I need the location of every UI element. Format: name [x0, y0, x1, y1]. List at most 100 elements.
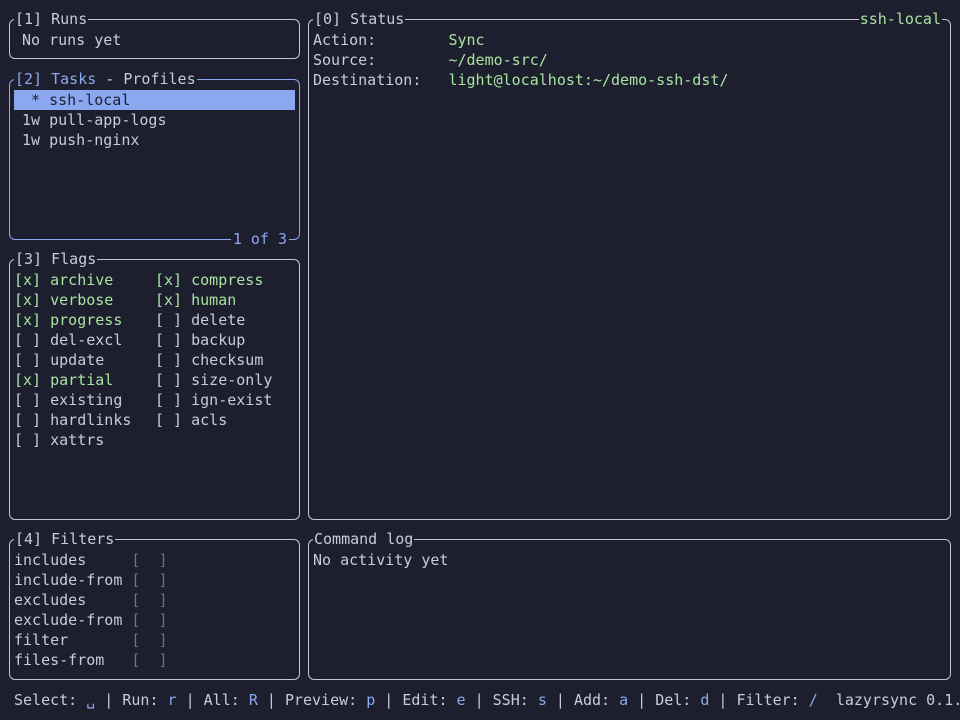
flag-toggle-human[interactable]: [x] human [155, 290, 236, 310]
flag-checkbox[interactable]: [x] [155, 271, 191, 289]
filter-item-exclude-from[interactable]: exclude-from [ ] [14, 610, 168, 630]
flag-label: update [50, 351, 105, 369]
task-item[interactable]: * ssh-local [14, 90, 295, 110]
flag-label: size-only [191, 371, 273, 389]
filter-label: exclude-from [14, 611, 132, 629]
flag-toggle-compress[interactable]: [x] compress [155, 270, 263, 290]
flag-label: checksum [191, 351, 264, 369]
status-profile-name: ssh-local [858, 9, 942, 29]
keybinding-select[interactable]: Select: ␣ [14, 691, 95, 709]
status-title: [0] Status [313, 9, 406, 29]
flag-toggle-hardlinks[interactable]: [ ] hardlinks [14, 410, 131, 430]
flag-checkbox[interactable]: [x] [155, 291, 191, 309]
keybinding-label: Preview: [284, 691, 367, 709]
keybinding-run[interactable]: Run: r [122, 691, 176, 709]
app-version: lazyrsync 0.1.0 [817, 691, 960, 709]
keybinding-filter[interactable]: Filter: / [737, 691, 818, 709]
keybinding-key: r [167, 691, 177, 709]
flag-label: existing [50, 391, 123, 409]
keybinding-ssh[interactable]: SSH: s [493, 691, 547, 709]
flag-checkbox[interactable]: [x] [14, 291, 50, 309]
flag-checkbox[interactable]: [x] [14, 271, 50, 289]
flag-toggle-progress[interactable]: [x] progress [14, 310, 122, 330]
filter-value[interactable]: [ ] [131, 611, 167, 629]
tasks-panel[interactable]: [2] Tasks - Profiles * ssh-local 1w pull-… [9, 69, 300, 249]
status-value: light@localhost:~/demo-ssh-dst/ [448, 71, 729, 89]
status-label: Action: [313, 31, 449, 49]
separator: | [709, 691, 737, 709]
status-label: Source: [313, 51, 449, 69]
filter-item-excludes[interactable]: excludes [ ] [14, 590, 168, 610]
keybinding-all[interactable]: All: R [204, 691, 258, 709]
filter-value[interactable]: [ ] [131, 551, 167, 569]
flag-checkbox[interactable]: [ ] [155, 311, 191, 329]
status-label: Destination: [313, 71, 449, 89]
flag-toggle-del-excl[interactable]: [ ] del-excl [14, 330, 122, 350]
filter-value[interactable]: [ ] [131, 591, 167, 609]
keybinding-key: / [808, 691, 818, 709]
flag-toggle-acls[interactable]: [ ] acls [155, 410, 227, 430]
task-item[interactable]: 1w pull-app-logs [14, 110, 295, 130]
flag-toggle-update[interactable]: [ ] update [14, 350, 104, 370]
flag-label: archive [50, 271, 114, 289]
flag-checkbox[interactable]: [ ] [155, 411, 191, 429]
task-name: push-nginx [49, 131, 140, 149]
separator: | [628, 691, 656, 709]
flag-toggle-archive[interactable]: [x] archive [14, 270, 113, 290]
separator: | [95, 691, 123, 709]
flags-panel[interactable]: [3] Flags [x] archive [x] verbose [x] prog… [9, 249, 300, 520]
task-item[interactable]: 1w push-nginx [14, 130, 295, 150]
filter-item-filter[interactable]: filter [ ] [14, 630, 168, 650]
flag-checkbox[interactable]: [ ] [155, 331, 191, 349]
keybinding-preview[interactable]: Preview: p [285, 691, 375, 709]
flag-checkbox[interactable]: [x] [14, 311, 50, 329]
keybinding-del[interactable]: Del: d [655, 691, 709, 709]
filter-label: excludes [14, 591, 132, 609]
keybinding-key: p [366, 691, 376, 709]
flag-checkbox[interactable]: [x] [14, 371, 50, 389]
command-log-panel[interactable]: Command log No activity yet [308, 529, 951, 680]
flag-checkbox[interactable]: [ ] [14, 431, 50, 449]
flag-checkbox[interactable]: [ ] [14, 331, 50, 349]
flag-checkbox[interactable]: [ ] [14, 351, 50, 369]
task-schedule: 1w [22, 131, 50, 149]
flag-toggle-existing[interactable]: [ ] existing [14, 390, 122, 410]
task-name: ssh-local [49, 91, 131, 109]
status-row: Destination: light@localhost:~/demo-ssh-… [313, 70, 946, 90]
flag-checkbox[interactable]: [ ] [155, 371, 191, 389]
keybinding-edit[interactable]: Edit: e [402, 691, 465, 709]
flag-toggle-size-only[interactable]: [ ] size-only [155, 370, 272, 390]
flag-label: progress [50, 311, 123, 329]
filter-item-include-from[interactable]: include-from [ ] [14, 570, 168, 590]
flag-toggle-backup[interactable]: [ ] backup [155, 330, 245, 350]
filter-value[interactable]: [ ] [131, 631, 167, 649]
flag-checkbox[interactable]: [ ] [155, 351, 191, 369]
flag-checkbox[interactable]: [ ] [155, 391, 191, 409]
keybinding-add[interactable]: Add: a [574, 691, 628, 709]
flag-toggle-partial[interactable]: [x] partial [14, 370, 113, 390]
runs-panel[interactable]: [1] Runs No runs yet [9, 9, 300, 59]
profiles-tab[interactable]: - Profiles [96, 70, 195, 88]
filter-value[interactable]: [ ] [131, 651, 167, 669]
status-panel[interactable]: [0] Status ssh-local Action: Sync Source:… [308, 9, 951, 520]
tasks-title[interactable]: [2] Tasks - Profiles [14, 69, 197, 89]
flag-toggle-ign-exist[interactable]: [ ] ign-exist [155, 390, 272, 410]
filter-item-files-from[interactable]: files-from [ ] [14, 650, 168, 670]
keybinding-label: Add: [573, 691, 620, 709]
filters-panel[interactable]: [4] Filters includes [ ] include-from [ ]… [9, 529, 300, 680]
flag-checkbox[interactable]: [ ] [14, 391, 50, 409]
flag-toggle-checksum[interactable]: [ ] checksum [155, 350, 263, 370]
filter-item-includes[interactable]: includes [ ] [14, 550, 168, 570]
status-row: Action: Sync [313, 30, 946, 50]
keybinding-key: a [619, 691, 629, 709]
flag-label: xattrs [50, 431, 105, 449]
flag-label: hardlinks [50, 411, 132, 429]
flag-checkbox[interactable]: [ ] [14, 411, 50, 429]
flag-toggle-verbose[interactable]: [x] verbose [14, 290, 113, 310]
flag-toggle-delete[interactable]: [ ] delete [155, 310, 245, 330]
flag-toggle-xattrs[interactable]: [ ] xattrs [14, 430, 104, 450]
filter-value[interactable]: [ ] [131, 571, 167, 589]
filter-label: include-from [14, 571, 132, 589]
flags-title: [3] Flags [14, 249, 98, 269]
tasks-tab[interactable]: [2] Tasks [15, 70, 96, 88]
